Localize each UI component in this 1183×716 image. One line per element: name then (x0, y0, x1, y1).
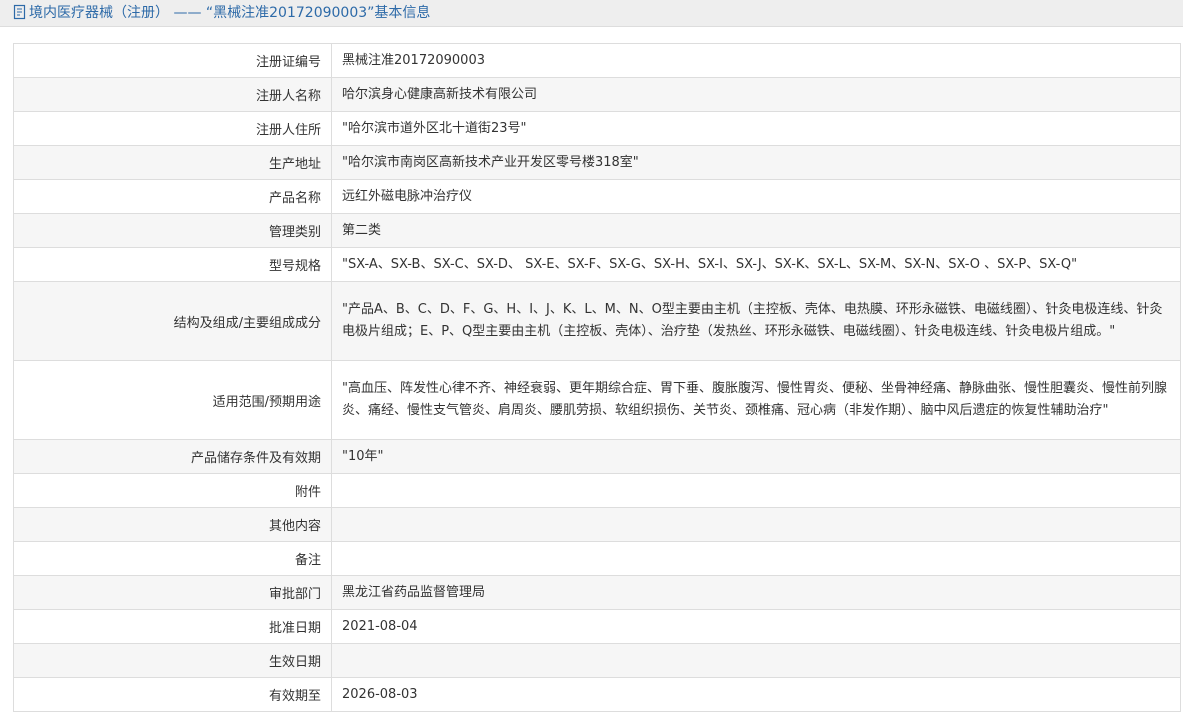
field-label: 审批部门 (13, 575, 332, 610)
row-approval-date: 批准日期 2021-08-04 (13, 609, 1181, 644)
field-label: 备注 (13, 541, 332, 576)
row-effective-date: 生效日期 (13, 643, 1181, 678)
row-attachment: 附件 (13, 473, 1181, 508)
row-model-spec: 型号规格 "SX-A、SX-B、SX-C、SX-D、 SX-E、SX-F、SX-… (13, 247, 1181, 282)
field-label: 产品名称 (13, 179, 332, 214)
row-registration-number: 注册证编号 黑械注准20172090003 (13, 43, 1181, 78)
field-label: 其他内容 (13, 507, 332, 542)
field-label: 生产地址 (13, 145, 332, 180)
field-label: 生效日期 (13, 643, 332, 678)
field-label: 产品储存条件及有效期 (13, 439, 332, 474)
field-value: "哈尔滨市道外区北十道街23号" (331, 111, 1181, 146)
field-label: 有效期至 (13, 677, 332, 712)
field-label: 附件 (13, 473, 332, 508)
field-value: 第二类 (331, 213, 1181, 248)
field-value: 黑械注准20172090003 (331, 43, 1181, 78)
field-value: "SX-A、SX-B、SX-C、SX-D、 SX-E、SX-F、SX-G、SX-… (331, 247, 1181, 282)
field-value: 2021-08-04 (331, 609, 1181, 644)
page-title: 境内医疗器械（注册） —— “黑械注准20172090003”基本信息 (29, 5, 431, 21)
info-table: 注册证编号 黑械注准20172090003 注册人名称 哈尔滨身心健康高新技术有… (13, 43, 1181, 712)
row-production-address: 生产地址 "哈尔滨市南岗区高新技术产业开发区零号楼318室" (13, 145, 1181, 180)
field-value (331, 643, 1181, 678)
field-label: 适用范围/预期用途 (13, 360, 332, 440)
row-product-name: 产品名称 远红外磁电脉冲治疗仪 (13, 179, 1181, 214)
field-label: 型号规格 (13, 247, 332, 282)
row-intended-use: 适用范围/预期用途 "高血压、阵发性心律不齐、神经衰弱、更年期综合症、胃下垂、腹… (13, 360, 1181, 440)
field-label: 注册人住所 (13, 111, 332, 146)
row-remarks: 备注 (13, 541, 1181, 576)
document-icon (13, 4, 26, 20)
field-label: 批准日期 (13, 609, 332, 644)
row-expiry-date: 有效期至 2026-08-03 (13, 677, 1181, 712)
row-registrant-address: 注册人住所 "哈尔滨市道外区北十道街23号" (13, 111, 1181, 146)
field-label: 注册人名称 (13, 77, 332, 112)
field-value: "产品A、B、C、D、F、G、H、I、J、K、L、M、N、O型主要由主机（主控板… (331, 281, 1181, 361)
title-bar: 境内医疗器械（注册） —— “黑械注准20172090003”基本信息 (0, 0, 1183, 27)
row-registrant-name: 注册人名称 哈尔滨身心健康高新技术有限公司 (13, 77, 1181, 112)
field-value: 2026-08-03 (331, 677, 1181, 712)
field-value: 黑龙江省药品监督管理局 (331, 575, 1181, 610)
field-value: 远红外磁电脉冲治疗仪 (331, 179, 1181, 214)
field-label: 管理类别 (13, 213, 332, 248)
field-value (331, 473, 1181, 508)
field-value: 哈尔滨身心健康高新技术有限公司 (331, 77, 1181, 112)
field-value (331, 541, 1181, 576)
row-approval-department: 审批部门 黑龙江省药品监督管理局 (13, 575, 1181, 610)
field-value: "高血压、阵发性心律不齐、神经衰弱、更年期综合症、胃下垂、腹胀腹泻、慢性胃炎、便… (331, 360, 1181, 440)
row-management-category: 管理类别 第二类 (13, 213, 1181, 248)
field-label: 结构及组成/主要组成成分 (13, 281, 332, 361)
field-value: "哈尔滨市南岗区高新技术产业开发区零号楼318室" (331, 145, 1181, 180)
row-other-content: 其他内容 (13, 507, 1181, 542)
row-storage-validity: 产品储存条件及有效期 "10年" (13, 439, 1181, 474)
field-value: "10年" (331, 439, 1181, 474)
row-structure-composition: 结构及组成/主要组成成分 "产品A、B、C、D、F、G、H、I、J、K、L、M、… (13, 281, 1181, 361)
field-label: 注册证编号 (13, 43, 332, 78)
field-value (331, 507, 1181, 542)
